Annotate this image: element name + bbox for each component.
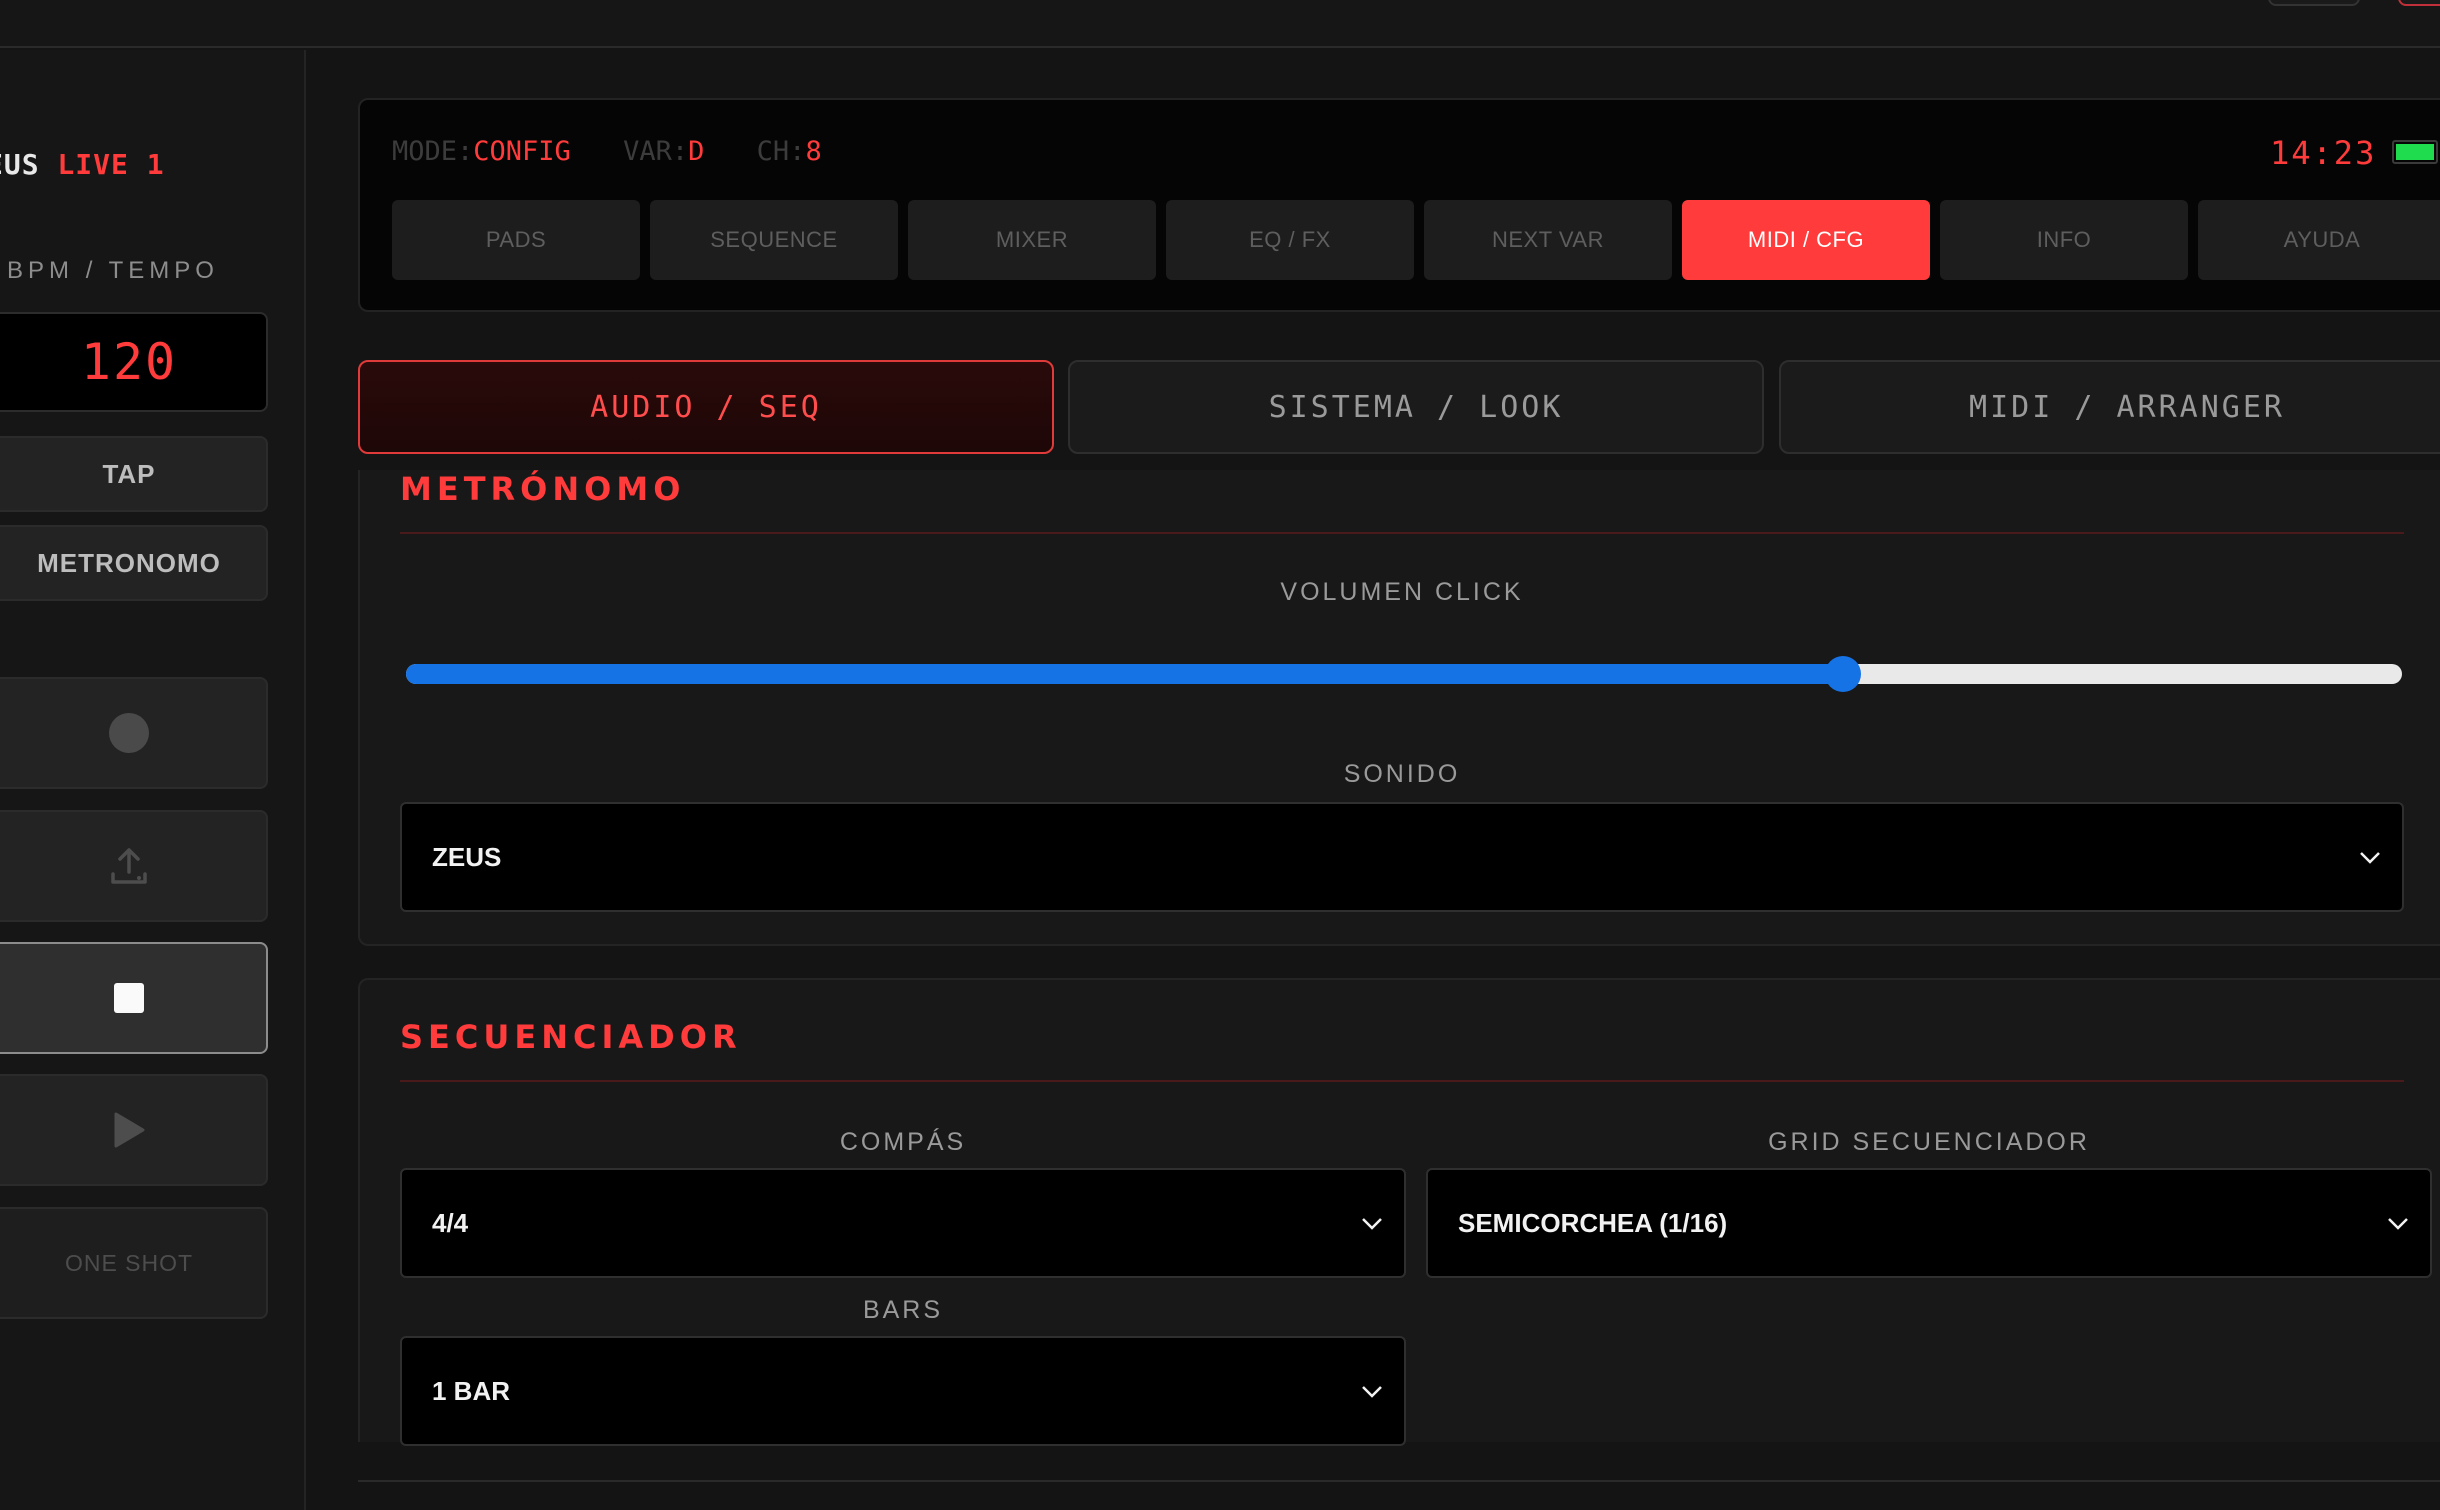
play-icon [114,1112,145,1148]
chevron-down-icon [1362,1218,1382,1230]
tab-eq-fx[interactable]: EQ / FX [1166,200,1414,280]
record-icon [109,713,149,753]
subtab-midi-arranger[interactable]: MIDI / ARRANGER [1779,360,2440,454]
brand-version: LIVE 1 [57,148,165,181]
ch-value: 8 [805,136,822,167]
top-bar-close-button[interactable] [2398,0,2440,6]
bars-label: BARS [862,1296,944,1324]
stop-button[interactable] [0,942,268,1054]
tab-ayuda[interactable]: AYUDA [2198,200,2440,280]
sound-select[interactable]: ZEUS [400,802,2404,912]
tab-midi-cfg[interactable]: MIDI / CFG [1682,200,1930,280]
ch-key: CH: [756,136,806,167]
header-panel: MODE:CONFIG VAR:D CH:8 14:23 PADS SEQUEN… [358,98,2440,312]
tab-pads[interactable]: PADS [392,200,640,280]
brand-name: EUS [0,148,40,181]
grid-value: SEMICORCHEA (1/16) [1458,1207,1728,1238]
bpm-label: BPM / TEMPO [7,257,219,284]
volume-click-slider[interactable] [406,656,2402,692]
subtab-audio-seq[interactable]: AUDIO / SEQ [358,360,1054,454]
var-value: D [688,136,705,167]
sound-label: SONIDO [1343,760,1461,788]
sound-value: ZEUS [432,841,502,872]
metronome-divider [400,532,2404,534]
top-bar [0,0,2440,48]
var-key: VAR: [623,136,689,167]
play-button[interactable] [0,1074,268,1186]
tab-info[interactable]: INFO [1940,200,2188,280]
upload-icon [111,848,147,884]
sidebar: EUS LIVE 1 BPM / TEMPO 120 TAP METRONOMO… [0,50,306,1510]
sequencer-section: SECUENCIADOR COMPÁS GRID SECUENCIADOR 4/… [358,978,2440,1446]
main-tabs: PADS SEQUENCE MIXER EQ / FX NEXT VAR MID… [392,200,2440,280]
metronome-section: METRÓNOMO VOLUMEN CLICK SONIDO ZEUS [358,470,2440,946]
tab-sequence[interactable]: SEQUENCE [650,200,898,280]
stop-icon [114,983,144,1013]
sequencer-divider [400,1080,2404,1082]
tab-mixer[interactable]: MIXER [908,200,1156,280]
record-button[interactable] [0,677,268,789]
subtab-sistema-look[interactable]: SISTEMA / LOOK [1068,360,1764,454]
compas-label: COMPÁS [839,1128,967,1156]
bars-value: 1 BAR [432,1375,511,1406]
volume-click-label: VOLUMEN CLICK [1280,578,1524,606]
tab-next-var[interactable]: NEXT VAR [1424,200,1672,280]
bottom-divider [358,1480,2440,1482]
upload-button[interactable] [0,810,268,922]
mode-key: MODE: [392,136,474,167]
volume-slider-fill [406,664,1844,684]
top-bar-button[interactable] [2268,0,2360,6]
compas-value: 4/4 [432,1207,469,1238]
chevron-down-icon [1362,1386,1382,1398]
chevron-down-icon [2388,1218,2408,1230]
bars-select[interactable]: 1 BAR [400,1336,1406,1446]
tap-button[interactable]: TAP [0,436,268,512]
metronome-button[interactable]: METRONOMO [0,525,268,601]
brand-logo: EUS LIVE 1 [0,148,165,181]
status-line: MODE:CONFIG VAR:D CH:8 [392,136,858,167]
oneshot-button[interactable]: ONE SHOT [0,1207,268,1319]
volume-slider-thumb[interactable] [1825,656,1862,692]
grid-select[interactable]: SEMICORCHEA (1/16) [1426,1168,2432,1278]
bpm-display[interactable]: 120 [0,312,268,412]
sequencer-title: SECUENCIADOR [400,1018,742,1056]
mode-value: CONFIG [473,136,571,167]
metronome-title: METRÓNOMO [400,470,686,508]
battery-icon [2392,140,2438,164]
compas-select[interactable]: 4/4 [400,1168,1406,1278]
grid-label: GRID SECUENCIADOR [1768,1128,2090,1156]
chevron-down-icon [2360,852,2380,864]
